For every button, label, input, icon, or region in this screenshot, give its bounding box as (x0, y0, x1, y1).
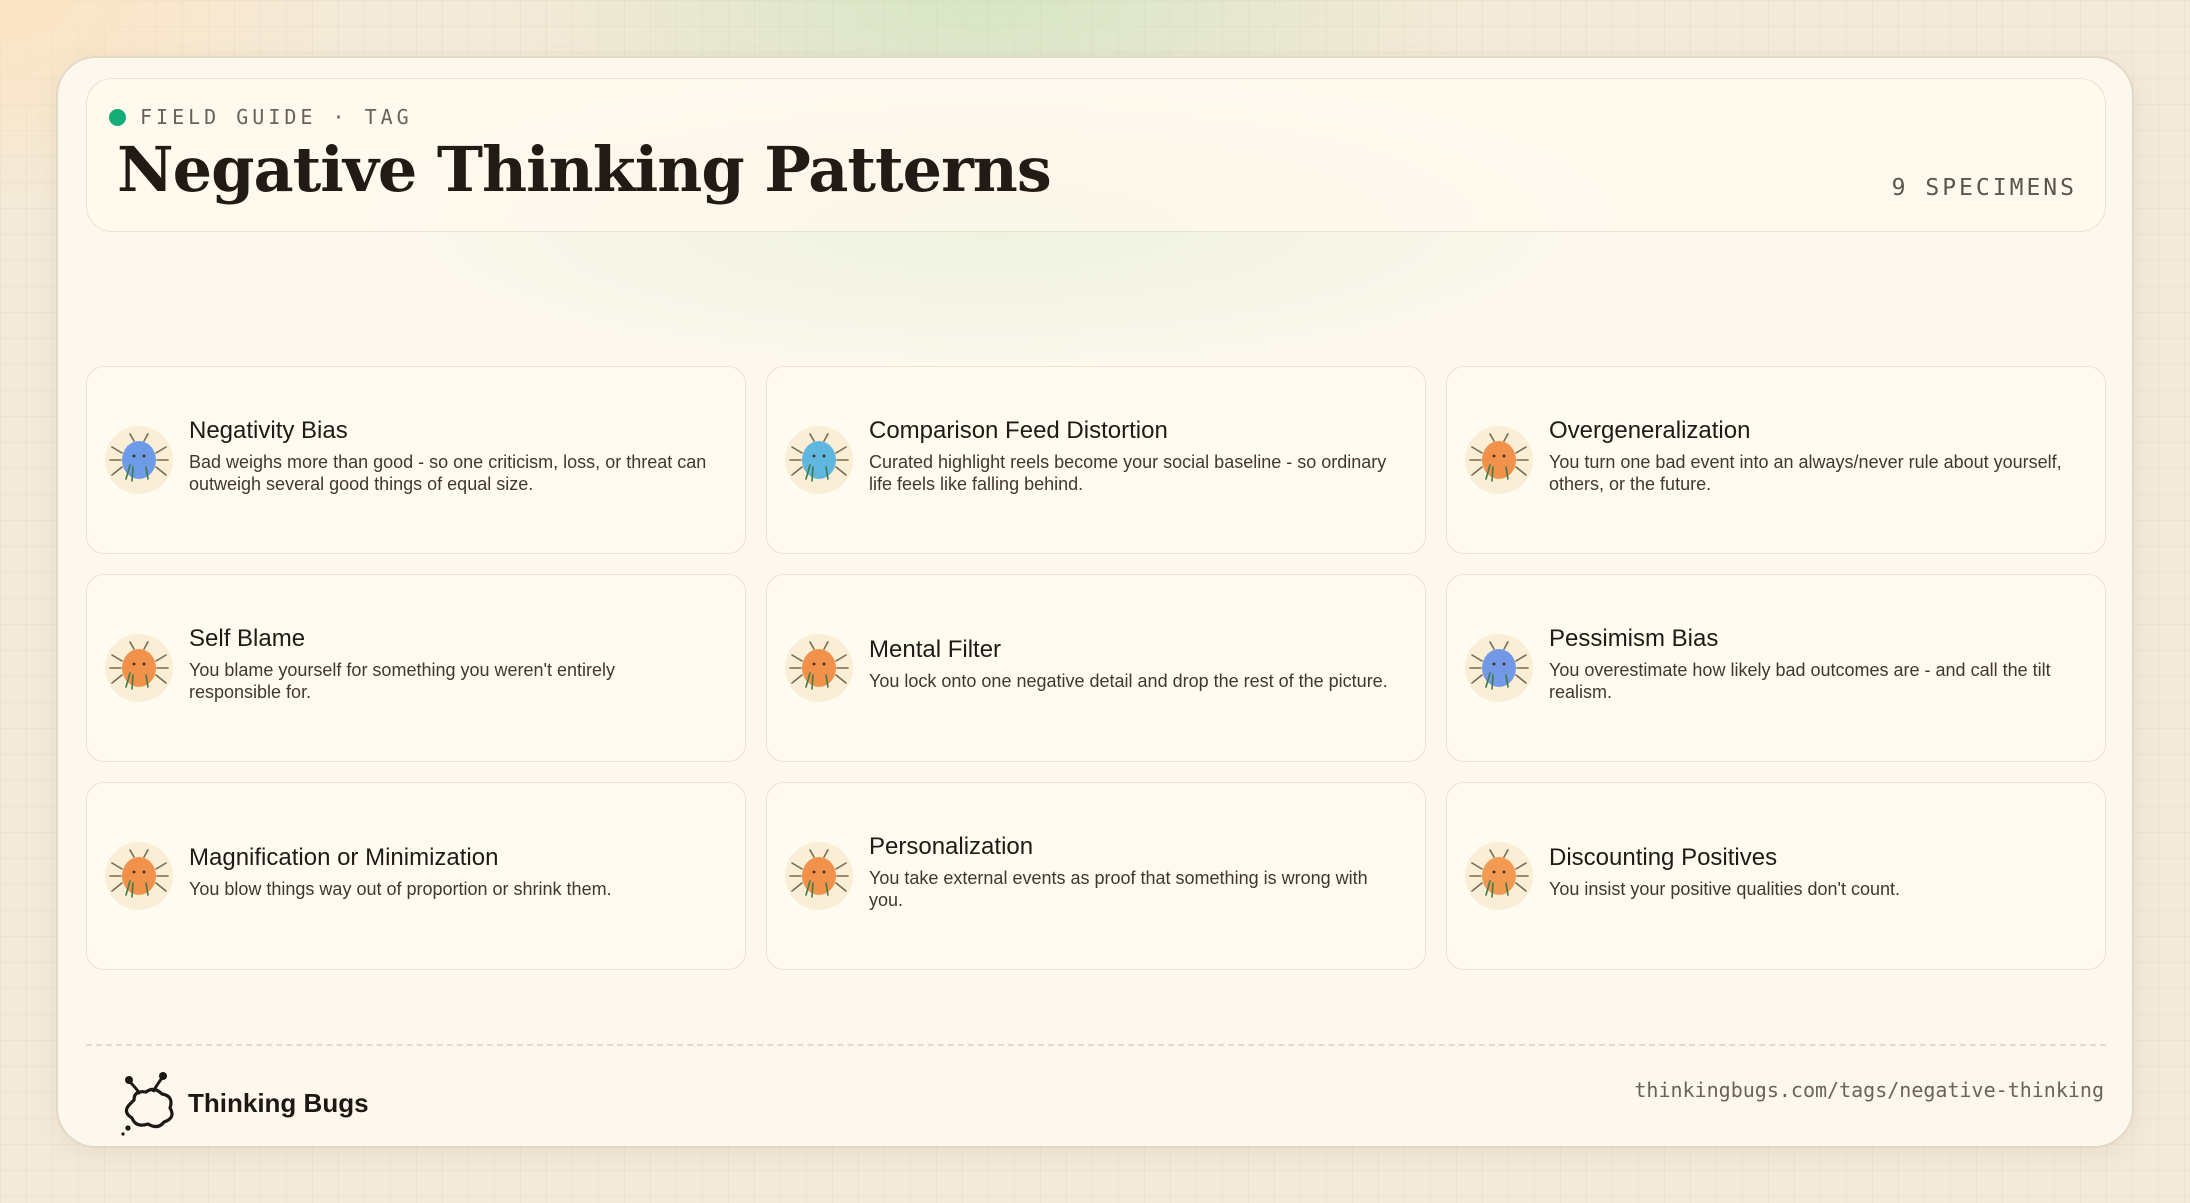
bug-avatar (785, 842, 853, 910)
card-description: You insist your positive qualities don't… (1549, 879, 1900, 899)
orange-bug-icon (1469, 433, 1529, 482)
specimen-card[interactable]: Self Blame You blame yourself for someth… (86, 574, 746, 762)
bug-avatar (105, 426, 173, 494)
card-title: Personalization (869, 833, 1034, 860)
specimen-card[interactable]: Magnification or Minimization You blow t… (86, 782, 746, 970)
thinking-bugs-logo-icon (121, 1072, 174, 1136)
bug-avatar (785, 426, 853, 494)
card-title: Negativity Bias (189, 417, 348, 444)
page-url-link[interactable]: thinkingbugs.com/tags/negative-thinking (1634, 1078, 2104, 1102)
field-guide-panel: FIELD GUIDE · TAG Negative Thinking Patt… (56, 56, 2134, 1148)
eyebrow-label: FIELD GUIDE · TAG (140, 105, 413, 129)
card-title: Magnification or Minimization (189, 844, 499, 871)
card-title: Comparison Feed Distortion (869, 417, 1168, 444)
card-description: You take external events as proof that s… (869, 868, 1368, 910)
card-title: Mental Filter (869, 636, 1002, 663)
specimen-count: 9 SPECIMENS (1891, 175, 2077, 201)
specimen-card[interactable]: Overgeneralization You turn one bad even… (1446, 366, 2106, 554)
blue-bug-icon (109, 433, 169, 482)
brand-link[interactable]: Thinking Bugs (120, 1070, 369, 1136)
card-description: You lock onto one negative detail and dr… (869, 671, 1388, 691)
card-text: Negativity Bias Bad weighs more than goo… (189, 417, 709, 495)
page-title: Negative Thinking Patterns (117, 133, 1052, 206)
card-text: Personalization You take external events… (869, 833, 1389, 911)
card-description: You blow things way out of proportion or… (189, 879, 612, 899)
card-description: Curated highlight reels become your soci… (869, 452, 1387, 494)
specimen-card[interactable]: Comparison Feed Distortion Curated highl… (766, 366, 1426, 554)
specimen-card[interactable]: Discounting Positives You insist your po… (1446, 782, 2106, 970)
card-title: Self Blame (189, 625, 306, 652)
specimen-card[interactable]: Mental Filter You lock onto one negative… (766, 574, 1426, 762)
bug-avatar (1465, 426, 1533, 494)
orange-bug-icon (109, 641, 169, 690)
orange-bug-icon (1469, 849, 1529, 898)
card-description: You turn one bad event into an always/ne… (1549, 452, 2062, 494)
card-description: You blame yourself for something you wer… (189, 660, 615, 702)
page-header: FIELD GUIDE · TAG Negative Thinking Patt… (86, 78, 2106, 232)
orange-bug-icon (789, 849, 849, 898)
bug-avatar (785, 634, 853, 702)
card-title: Discounting Positives (1549, 844, 1778, 871)
card-text: Self Blame You blame yourself for someth… (189, 625, 709, 703)
specimen-card[interactable]: Personalization You take external events… (766, 782, 1426, 970)
card-text: Discounting Positives You insist your po… (1549, 844, 2069, 900)
card-text: Mental Filter You lock onto one negative… (869, 636, 1389, 692)
card-text: Magnification or Minimization You blow t… (189, 844, 709, 900)
specimen-card[interactable]: Pessimism Bias You overestimate how like… (1446, 574, 2106, 762)
card-description: Bad weighs more than good - so one criti… (189, 452, 707, 494)
orange-bug-icon (109, 849, 169, 898)
eyebrow: FIELD GUIDE · TAG (109, 105, 413, 129)
bug-avatar (1465, 842, 1533, 910)
card-text: Overgeneralization You turn one bad even… (1549, 417, 2069, 495)
card-text: Pessimism Bias You overestimate how like… (1549, 625, 2069, 703)
brand-name: Thinking Bugs (188, 1087, 369, 1118)
orange-bug-icon (789, 641, 849, 690)
bug-avatar (105, 842, 173, 910)
card-title: Overgeneralization (1549, 417, 1751, 444)
status-dot-icon (109, 108, 126, 126)
specimen-grid: Negativity Bias Bad weighs more than goo… (86, 366, 2106, 970)
card-text: Comparison Feed Distortion Curated highl… (869, 417, 1389, 495)
card-title: Pessimism Bias (1549, 625, 1719, 652)
bug-avatar (105, 634, 173, 702)
card-description: You overestimate how likely bad outcomes… (1549, 660, 2051, 702)
footer-divider (86, 1044, 2106, 1046)
specimen-card[interactable]: Negativity Bias Bad weighs more than goo… (86, 366, 746, 554)
bug-avatar (1465, 634, 1533, 702)
cyan-bug-icon (789, 433, 849, 482)
blue-bug-icon (1469, 641, 1529, 690)
